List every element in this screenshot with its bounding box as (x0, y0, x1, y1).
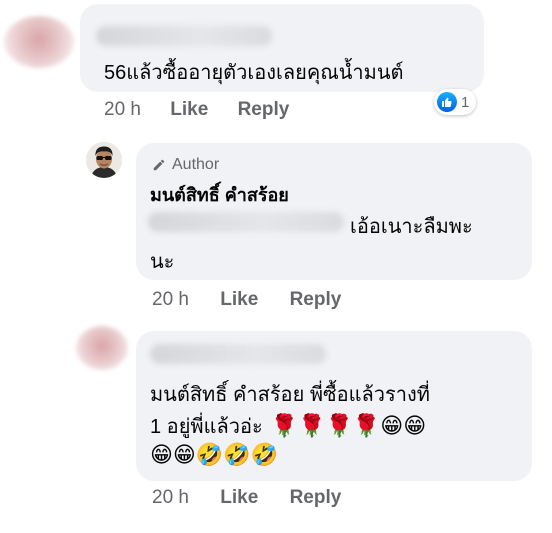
pencil-icon (153, 159, 165, 171)
reply-text-line2: 1 อยู่พี่แล้วอ่ะ (150, 416, 263, 438)
reaction-count: 1 (461, 93, 470, 111)
reply-button[interactable]: Reply (290, 289, 342, 310)
comment-text: 56แล้วซื้ออายุตัวเองเลยคุณน้ำมนต์ (104, 62, 404, 84)
mentioned-name-redacted[interactable] (148, 212, 344, 232)
comment-time[interactable]: 20 h (104, 99, 141, 120)
emoji-rose-grin-icons: 🌹🌹🌹🌹😁😁 (270, 413, 427, 438)
commenter-avatar[interactable] (76, 326, 128, 370)
author-name[interactable]: มนต์สิทธิ์ คำสร้อย (150, 180, 289, 209)
reaction-summary[interactable]: 1 (434, 89, 477, 115)
reply-text-line2-row: 1 อยู่พี่แล้วอ่ะ 🌹🌹🌹🌹😁😁 (150, 410, 426, 442)
author-avatar[interactable] (86, 142, 122, 178)
author-badge: Author (152, 156, 219, 174)
author-badge-label: Author (172, 156, 220, 173)
commenter-name-redacted[interactable] (150, 344, 326, 364)
like-button[interactable]: Like (220, 487, 258, 508)
reply-text-line2: นะ (150, 251, 175, 273)
emoji-laugh-icons: 😁😁🤣🤣🤣 (150, 442, 279, 467)
commenter-name-redacted[interactable] (96, 26, 272, 46)
author-avatar-image (86, 142, 122, 178)
reply-meta: 20 h Like Reply (152, 487, 341, 509)
comment-meta: 20 h Like Reply (104, 99, 289, 121)
reply-button[interactable]: Reply (290, 487, 342, 508)
like-button[interactable]: Like (220, 289, 258, 310)
commenter-avatar[interactable] (4, 16, 74, 68)
reply-time[interactable]: 20 h (152, 487, 189, 508)
reply-text-line1: เอ้อเนาะลืมพะ (350, 216, 473, 238)
reply-time[interactable]: 20 h (152, 289, 189, 310)
reply-meta: 20 h Like Reply (152, 289, 341, 311)
reply-text-line1: มนต์สิทธิ์ คำสร้อย พี่ซื้อแล้วรางที่ (150, 384, 430, 406)
reply-button[interactable]: Reply (238, 99, 290, 120)
like-button[interactable]: Like (170, 99, 208, 120)
like-icon (437, 92, 457, 112)
